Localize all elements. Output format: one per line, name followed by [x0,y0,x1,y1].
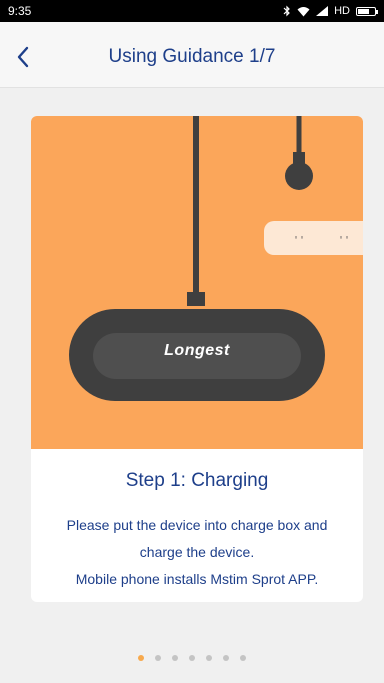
bluetooth-icon [283,5,290,17]
nav-bar: Using Guidance 1/7 [0,22,384,88]
page-dot[interactable] [223,655,229,661]
step-description: Please put the device into charge box an… [37,512,357,593]
charging-illustration: ' ' ' ' [31,116,363,449]
guide-card: ' ' ' ' Longest Step 1: Charging Please … [31,116,363,602]
network-label: HD [334,5,350,17]
svg-text:' ': ' ' [340,235,349,246]
status-bar: 9:35 HD [0,0,384,22]
description-line: Please put the device into charge box an… [66,517,328,533]
page-dot[interactable] [240,655,246,661]
svg-text:' ': ' ' [295,235,304,246]
page-title: Using Guidance 1/7 [108,46,276,67]
status-icons: HD [283,5,378,17]
page-dot[interactable] [155,655,161,661]
description-line: charge the device. [139,544,255,560]
wifi-icon [297,6,310,16]
page-indicator [0,655,384,661]
device-brand-logo: Longest [164,342,230,359]
page-dot[interactable] [138,655,144,661]
description-line: Mobile phone installs Mstim Sprot APP. [75,571,319,587]
step-title: Step 1: Charging [125,470,269,491]
battery-icon [356,6,378,16]
page-dot[interactable] [189,655,195,661]
charging-illustration-art: ' ' ' ' [69,116,363,401]
status-time: 9:35 [8,4,32,18]
page-dot[interactable] [172,655,178,661]
signal-icon [316,6,329,16]
page-dot[interactable] [206,655,212,661]
